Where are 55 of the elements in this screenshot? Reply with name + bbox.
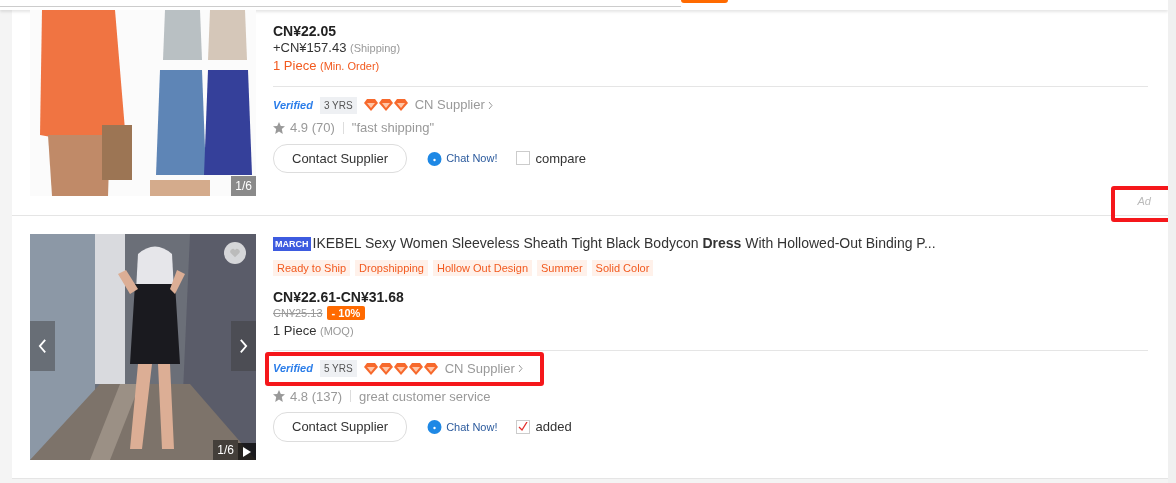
- review-tag: "fast shipping": [351, 118, 435, 138]
- chevron-right-icon: [517, 364, 523, 373]
- diamond-icon: [393, 99, 408, 111]
- verified-label: Verified: [273, 97, 313, 113]
- diamond-icon: [363, 99, 378, 111]
- play-icon: [243, 446, 251, 457]
- diamond-icon: [363, 362, 378, 375]
- shipping-cost: +CN¥157.43 (Shipping): [273, 39, 402, 57]
- product-tag: Summer: [537, 260, 587, 276]
- image-counter: 1/6: [231, 176, 256, 196]
- image-counter: 1/6: [213, 440, 238, 460]
- minimum-order: 1 Piece (Min. Order): [273, 57, 381, 75]
- contact-supplier-button[interactable]: Contact Supplier: [273, 143, 408, 173]
- chevron-left-icon: [38, 337, 47, 355]
- chat-icon: [427, 419, 443, 435]
- minimum-order: 1 Piece (MOQ): [273, 321, 355, 340]
- original-price: CN¥25.13: [273, 306, 323, 321]
- rating-score: 4.9 (70): [290, 119, 335, 137]
- chevron-right-icon: [239, 337, 248, 355]
- product-tag: Dropshipping: [355, 260, 428, 276]
- previous-image-button[interactable]: [30, 321, 55, 371]
- price: CN¥22.05: [273, 23, 338, 39]
- diamond-icon: [378, 362, 393, 375]
- check-icon: [518, 421, 529, 432]
- chevron-right-icon: [487, 100, 493, 110]
- diamond-icon: [408, 362, 423, 375]
- contact-supplier-button[interactable]: Contact Supplier: [273, 412, 408, 442]
- compare-checkbox[interactable]: [516, 151, 531, 166]
- diamond-icon: [423, 362, 438, 375]
- next-image-button[interactable]: [231, 321, 256, 371]
- star-icon: [273, 121, 285, 134]
- compare-label: added: [535, 418, 572, 436]
- product-tag: Hollow Out Design: [432, 260, 533, 276]
- play-button[interactable]: [238, 443, 256, 460]
- compare-checkbox[interactable]: [516, 419, 531, 434]
- verified-label: Verified: [273, 361, 313, 377]
- discount-badge: - 10%: [326, 306, 366, 321]
- rating-score: 4.8 (137): [290, 387, 343, 406]
- ad-label: Ad: [1137, 193, 1151, 209]
- price: CN¥22.61-CN¥31.68: [273, 289, 405, 305]
- diamond-icon: [378, 99, 393, 111]
- product-tag: Ready to Ship: [273, 260, 351, 276]
- heart-icon: [230, 247, 240, 259]
- chat-now-link[interactable]: Chat Now!: [427, 418, 498, 435]
- years-badge: 5 YRS: [319, 360, 357, 377]
- product-tag: Solid Color: [591, 260, 654, 276]
- diamond-icon: [393, 362, 408, 375]
- chat-now-link[interactable]: Chat Now!: [427, 150, 498, 167]
- star-icon: [273, 390, 285, 403]
- chat-icon: [427, 150, 443, 166]
- product-title[interactable]: IKEBEL Sexy Women Sleeveless Sheath Tight Black Bodycon Dress With Hollowed-Out Binding P...: [312, 233, 936, 254]
- promo-badge: MARCH: [273, 236, 311, 251]
- review-tag: great customer service: [359, 386, 491, 406]
- years-badge: 3 YRS: [319, 96, 357, 114]
- compare-label: compare: [535, 149, 587, 168]
